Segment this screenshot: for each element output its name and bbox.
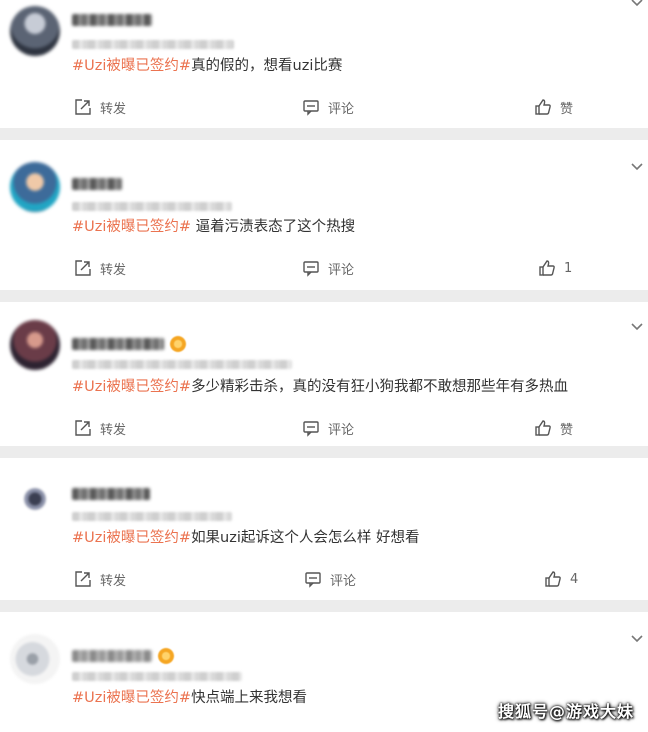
repost-label: 转发 [100,262,127,278]
repost-label: 转发 [100,573,127,589]
comment-button[interactable]: 评论 [302,96,354,118]
vip-badge-icon [158,648,174,664]
comment-icon [303,421,319,437]
comment-button[interactable]: 评论 [302,257,354,279]
post-meta-blurred [72,360,292,369]
repost-button[interactable]: 转发 [74,568,126,590]
comment-text: #Uzi被曝已签约#快点端上来我想看 [72,688,307,708]
username-blurred[interactable] [72,650,152,662]
repost-icon [75,99,91,115]
like-button[interactable]: 4 [544,568,578,590]
thumbs-up-icon [535,99,551,115]
post-meta-blurred [72,672,242,681]
comment-body: 如果uzi起诉这个人会怎么样 好想看 [191,530,420,546]
repost-button[interactable]: 转发 [74,96,126,118]
post-meta-blurred [72,202,232,211]
comment-text: #Uzi被曝已签约# 逼着污渍表态了这个热搜 [72,217,355,237]
comment-label: 评论 [328,101,355,117]
hashtag-link[interactable]: #Uzi被曝已签约# [72,690,191,706]
post-meta-blurred [72,512,232,521]
like-count: 4 [570,571,579,587]
comment-body: 快点端上来我想看 [191,690,308,706]
comment-card: #Uzi被曝已签约#多少精彩击杀，真的没有狂小狗我都不敢想那些年有多热血 转发 … [0,302,648,446]
like-button[interactable]: 赞 [534,96,573,118]
vip-badge-icon [170,336,186,352]
avatar[interactable] [10,162,60,212]
chevron-down-icon[interactable] [630,160,644,174]
comment-label: 评论 [328,262,355,278]
comment-card: #Uzi被曝已签约#真的假的，想看uzi比赛 转发 评论 赞 [0,0,648,128]
comment-card: #Uzi被曝已签约#如果uzi起诉这个人会怎么样 好想看 转发 评论 4 [0,458,648,600]
thumbs-up-icon [539,260,555,276]
username-blurred[interactable] [72,338,164,350]
repost-icon [75,571,91,587]
thumbs-up-icon [545,571,561,587]
like-count: 1 [564,260,573,276]
username-blurred[interactable] [72,14,152,26]
chevron-down-icon[interactable] [630,632,644,646]
comment-icon [305,572,321,588]
post-meta-blurred [72,40,234,49]
comment-text: #Uzi被曝已签约#多少精彩击杀，真的没有狂小狗我都不敢想那些年有多热血 [72,377,568,397]
repost-icon [75,420,91,436]
thumbs-up-icon [535,420,551,436]
comment-button[interactable]: 评论 [304,568,356,590]
hashtag-link[interactable]: #Uzi被曝已签约# [72,58,191,74]
comment-text: #Uzi被曝已签约#真的假的，想看uzi比赛 [72,56,342,76]
repost-button[interactable]: 转发 [74,417,126,439]
comment-body: 逼着污渍表态了这个热搜 [191,219,356,235]
avatar[interactable] [10,6,60,56]
like-label: 赞 [560,101,574,117]
avatar[interactable] [10,634,60,684]
source-watermark: 搜狐号@游戏大妹 [497,702,634,721]
comment-body: 真的假的，想看uzi比赛 [191,58,343,74]
action-bar: 转发 评论 赞 [0,96,648,118]
action-bar: 转发 评论 1 [0,257,648,279]
comment-icon [303,100,319,116]
comment-body: 多少精彩击杀，真的没有狂小狗我都不敢想那些年有多热血 [191,379,569,395]
hashtag-link[interactable]: #Uzi被曝已签约# [72,530,191,546]
comment-card: #Uzi被曝已签约# 逼着污渍表态了这个热搜 转发 评论 1 [0,140,648,290]
comment-button[interactable]: 评论 [302,417,354,439]
comment-label: 评论 [328,422,355,438]
like-button[interactable]: 1 [538,257,572,279]
repost-label: 转发 [100,101,127,117]
like-button[interactable]: 赞 [534,417,573,439]
avatar[interactable] [10,474,60,524]
avatar[interactable] [10,320,60,370]
chevron-down-icon[interactable] [630,0,644,10]
action-bar: 转发 评论 赞 [0,417,648,439]
chevron-down-icon[interactable] [630,320,644,334]
repost-button[interactable]: 转发 [74,257,126,279]
hashtag-link[interactable]: #Uzi被曝已签约# [72,219,191,235]
comment-icon [303,261,319,277]
repost-icon [75,260,91,276]
like-label: 赞 [560,422,574,438]
comment-label: 评论 [330,573,357,589]
username-blurred[interactable] [72,488,150,500]
username-blurred[interactable] [72,178,122,190]
action-bar: 转发 评论 4 [0,568,648,590]
repost-label: 转发 [100,422,127,438]
hashtag-link[interactable]: #Uzi被曝已签约# [72,379,191,395]
comment-text: #Uzi被曝已签约#如果uzi起诉这个人会怎么样 好想看 [72,528,420,548]
